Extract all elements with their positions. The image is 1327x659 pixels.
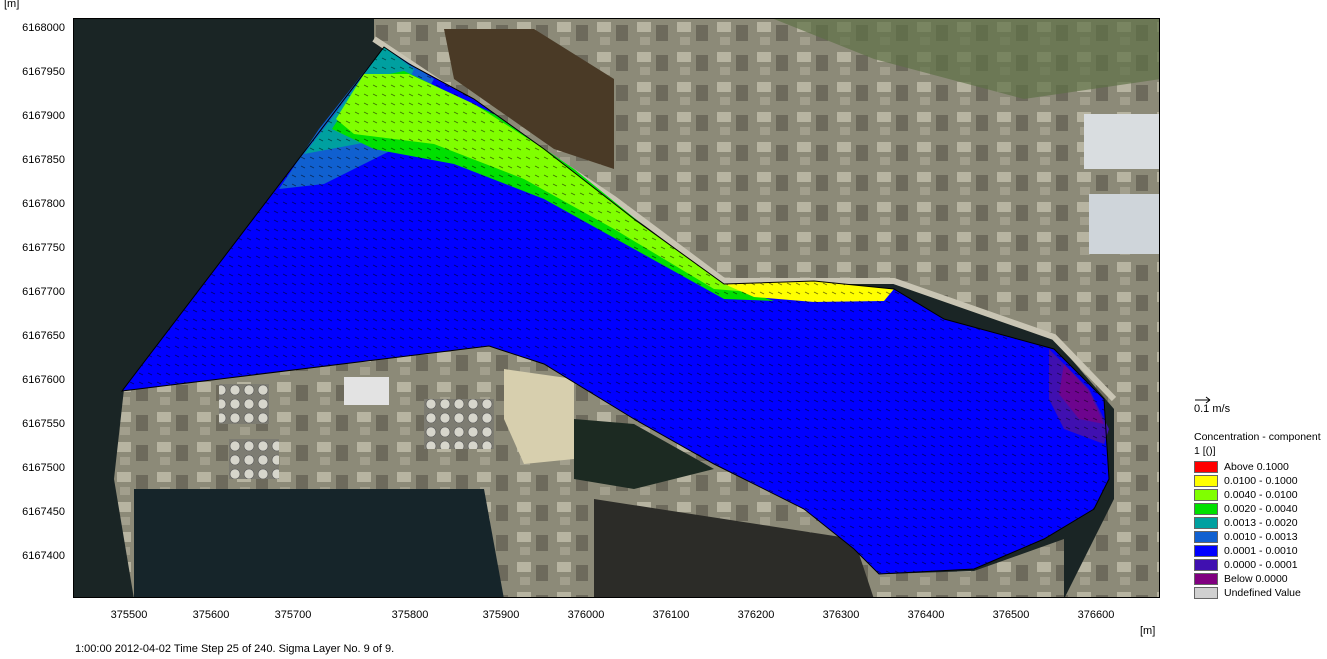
white-buildings-2: [1089, 194, 1159, 254]
legend-item-label: 0.0010 - 0.0013: [1224, 531, 1298, 543]
legend-item-label: 0.0040 - 0.0100: [1224, 489, 1298, 501]
y-axis-unit: [m]: [4, 0, 20, 10]
x-axis-unit: [m]: [1140, 625, 1156, 637]
tank-farm-3: [424, 399, 494, 449]
legend-swatch: [1194, 573, 1218, 585]
x-tick-label: 376400: [907, 609, 945, 621]
y-tick-label: 6167850: [22, 154, 65, 166]
legend-swatch: [1194, 461, 1218, 473]
legend-title-line2: 1 [()]: [1194, 445, 1216, 457]
map-plot-area[interactable]: [73, 18, 1160, 598]
x-tick-label: 375900: [482, 609, 520, 621]
x-tick-label: 375800: [391, 609, 429, 621]
legend-swatch: [1194, 489, 1218, 501]
x-tick-label: 376000: [567, 609, 605, 621]
y-tick-label: 6167750: [22, 242, 65, 254]
legend-swatch: [1194, 531, 1218, 543]
legend-item-label: 0.0000 - 0.0001: [1224, 559, 1298, 571]
y-tick-label: 6167600: [22, 374, 65, 386]
tank-farm-1: [219, 384, 269, 424]
legend-item-label: 0.0100 - 0.1000: [1224, 475, 1298, 487]
legend-title-line1: Concentration - component: [1194, 431, 1321, 443]
x-tick-label: 376200: [737, 609, 775, 621]
vector-scale-label: 0.1 m/s: [1194, 403, 1231, 415]
x-tick-label: 375600: [192, 609, 230, 621]
x-tick-label: 376300: [822, 609, 860, 621]
south-water: [134, 489, 504, 597]
y-tick-label: 6168000: [22, 22, 65, 34]
legend-swatch: [1194, 587, 1218, 599]
legend-swatch: [1194, 559, 1218, 571]
y-tick-label: 6167400: [22, 550, 65, 562]
y-tick-label: 6167800: [22, 198, 65, 210]
legend-swatch: [1194, 545, 1218, 557]
y-tick-label: 6167450: [22, 506, 65, 518]
tank-farm-2: [229, 439, 279, 479]
map-canvas: [74, 19, 1159, 597]
legend-swatch: [1194, 475, 1218, 487]
y-tick-label: 6167550: [22, 418, 65, 430]
white-warehouse: [344, 377, 389, 405]
legend-swatch: [1194, 517, 1218, 529]
y-tick-label: 6167650: [22, 330, 65, 342]
legend-item-label: Below 0.0000: [1224, 573, 1288, 585]
y-tick-label: 6167900: [22, 110, 65, 122]
x-tick-label: 376600: [1077, 609, 1115, 621]
x-tick-label: 375500: [110, 609, 148, 621]
y-tick-label: 6167700: [22, 286, 65, 298]
legend-swatch: [1194, 503, 1218, 515]
x-tick-label: 375700: [274, 609, 312, 621]
x-tick-label: 376100: [652, 609, 690, 621]
time-step-status: 1:00:00 2012-04-02 Time Step 25 of 240. …: [75, 643, 395, 655]
legend-item-label: 0.0020 - 0.0040: [1224, 503, 1298, 515]
legend-item-label: Undefined Value: [1224, 587, 1301, 599]
legend-item-label: 0.0001 - 0.0010: [1224, 545, 1298, 557]
white-buildings: [1084, 114, 1159, 169]
x-tick-label: 376500: [992, 609, 1030, 621]
y-tick-label: 6167500: [22, 462, 65, 474]
legend-item-label: 0.0013 - 0.0020: [1224, 517, 1298, 529]
y-tick-label: 6167950: [22, 66, 65, 78]
legend-item-label: Above 0.1000: [1224, 461, 1289, 473]
